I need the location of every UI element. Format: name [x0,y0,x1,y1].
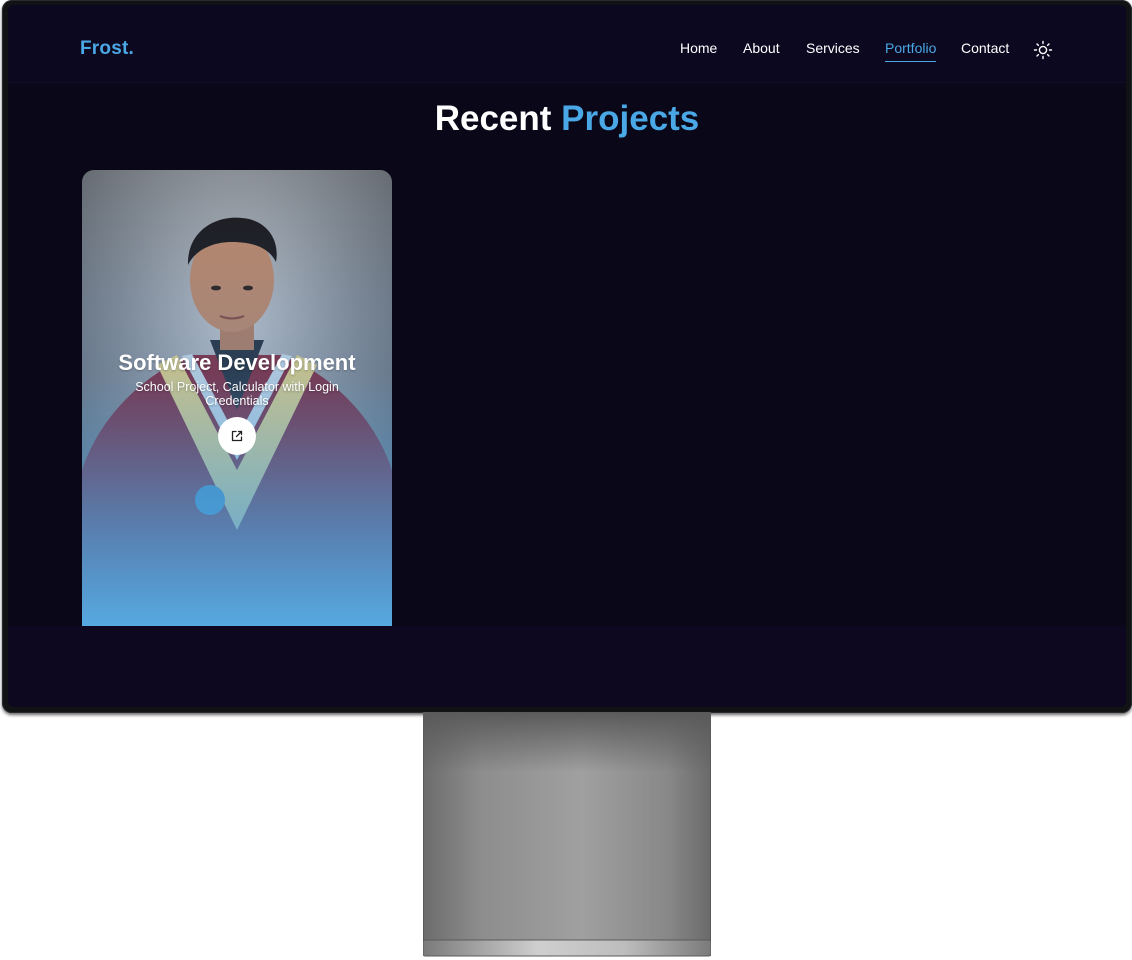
nav-link-home[interactable]: Home [680,40,717,56]
section-heading: Recent Projects [8,99,1126,139]
card-content: Software Development School Project, Cal… [82,350,392,455]
project-link-button[interactable] [218,417,256,455]
project-card[interactable]: Software Development School Project, Cal… [82,170,392,626]
heading-primary: Recent [434,99,552,138]
main-nav: Home About Services Portfolio Contact [8,40,1126,62]
sun-icon[interactable] [1032,39,1054,61]
nav-link-portfolio[interactable]: Portfolio [885,40,937,62]
monitor-stand [423,712,711,957]
external-link-icon [231,430,243,442]
nav-link-services[interactable]: Services [806,40,860,56]
website-screen: Frost. Home About Services Portfolio Con… [8,5,1126,707]
project-description: School Project, Calculator with Login Cr… [135,380,339,408]
site-header: Frost. Home About Services Portfolio Con… [8,5,1126,83]
heading-accent: Projects [561,99,700,138]
nav-link-contact[interactable]: Contact [961,40,1009,56]
screen-bottom-area [8,626,1126,707]
monitor-bezel: Frost. Home About Services Portfolio Con… [2,0,1132,713]
nav-link-about[interactable]: About [743,40,780,56]
project-title: Software Development [118,350,356,375]
device-mockup: Frost. Home About Services Portfolio Con… [0,0,1132,960]
